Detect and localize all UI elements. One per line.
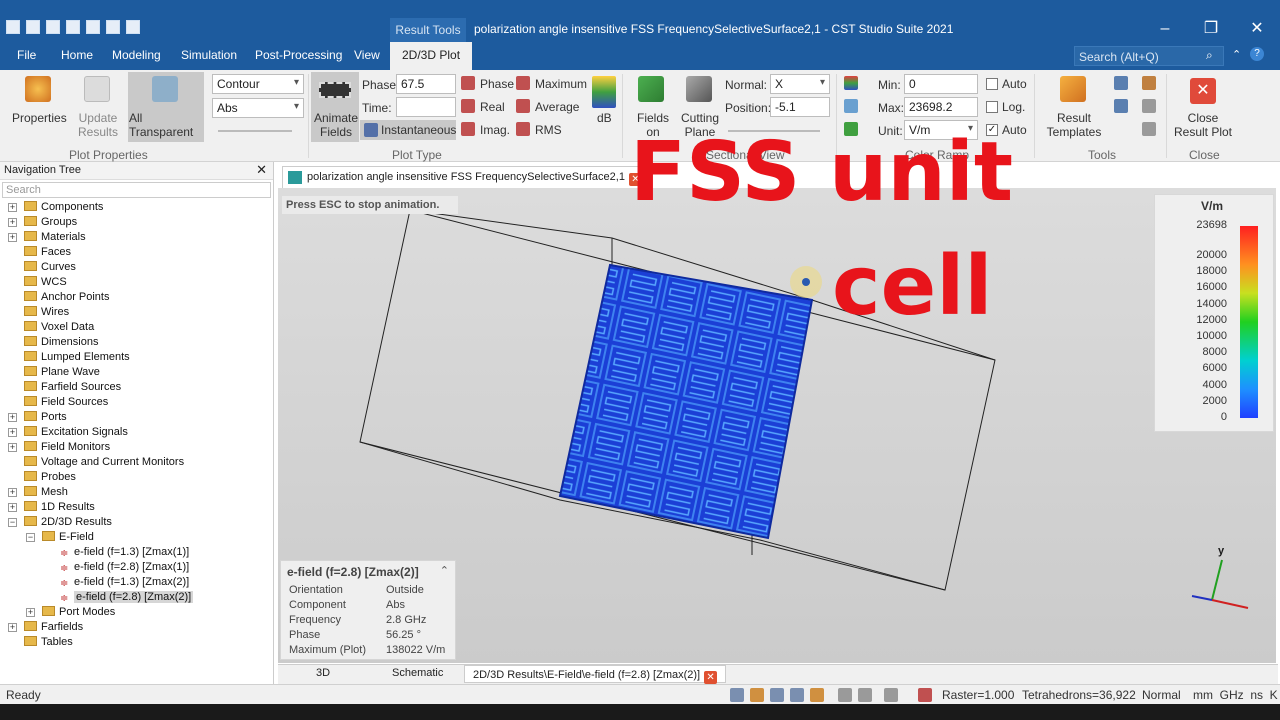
raster-icon[interactable] <box>918 688 932 702</box>
status-mode: Normal <box>1142 688 1181 702</box>
overlay-title-line2: cell <box>832 239 993 334</box>
info-title: e-field (f=2.8) [Zmax(2)] <box>287 565 419 579</box>
z-axis-line <box>1191 595 1213 601</box>
status-ready: Ready <box>6 688 41 702</box>
info-value: 2.8 GHz <box>386 614 427 626</box>
cube-icon[interactable] <box>858 688 872 702</box>
info-key: Maximum (Plot) <box>289 644 367 656</box>
info-key: Frequency <box>289 614 341 626</box>
y-axis-line <box>1211 559 1223 601</box>
status-tetrahedrons: Tetrahedrons=36,922 <box>1022 688 1136 702</box>
fss-model-svg <box>359 209 1249 609</box>
info-key: Phase <box>289 629 321 641</box>
spin-icon[interactable] <box>810 688 824 702</box>
color-bar <box>1240 226 1258 418</box>
zoom-icon[interactable] <box>730 688 744 702</box>
x-axis-line <box>1211 599 1249 609</box>
view-orientation-icon[interactable] <box>884 688 898 702</box>
close-result-tab-icon[interactable]: ✕ <box>704 671 718 684</box>
legend-tick-label: 23698 <box>1196 219 1227 231</box>
info-value: Outside <box>386 584 424 596</box>
status-raster: Raster=1.000 <box>942 688 1015 702</box>
legend-tick-label: 8000 <box>1202 346 1227 359</box>
legend-tick-label: 10000 <box>1196 329 1227 342</box>
tab-schematic[interactable]: Schematic <box>392 667 443 679</box>
tab-result[interactable]: 2D/3D Results\E-Field\e-field (f=2.8) [Z… <box>464 665 727 684</box>
legend-tick-label: 14000 <box>1196 297 1227 310</box>
view-tabs: 3D Schematic 2D/3D Results\E-Field\e-fie… <box>278 664 1278 684</box>
cursor-dot <box>802 278 810 286</box>
status-units: mm GHz ns K <box>1193 688 1278 702</box>
fit-icon[interactable] <box>838 688 852 702</box>
legend-tick-label: 16000 <box>1196 281 1227 294</box>
info-value: Abs <box>386 599 405 611</box>
legend-unit: V/m <box>1201 199 1224 213</box>
status-bar: Ready Raster=1.000 Tetrahedrons=36,922 N… <box>0 684 1280 704</box>
info-key: Orientation <box>289 584 343 596</box>
legend-tick-label: 18000 <box>1196 265 1227 278</box>
legend-tick-label: 12000 <box>1196 313 1227 326</box>
esc-hint: Press ESC to stop animation. <box>282 196 458 214</box>
legend-tick-label: 4000 <box>1202 378 1227 391</box>
info-key: Component <box>289 599 346 611</box>
legend-tick-label: 0 <box>1220 411 1227 423</box>
tab-result-label: 2D/3D Results\E-Field\e-field (f=2.8) [Z… <box>473 669 701 681</box>
overlay-title-line1: FSS unit <box>630 125 1014 220</box>
legend-tick-label: 6000 <box>1202 362 1227 375</box>
bottom-strip <box>0 704 1280 720</box>
info-value: 56.25 ° <box>386 629 421 641</box>
info-value: 138022 V/m <box>386 644 446 656</box>
zoom-in-icon[interactable] <box>790 688 804 702</box>
legend-tick-label: 2000 <box>1202 394 1227 407</box>
result-info-box: e-field (f=2.8) [Zmax(2)] ⌃ Orientation O… <box>280 560 456 660</box>
axis-y-label: y <box>1218 545 1225 557</box>
legend-tick-label: 20000 <box>1196 248 1227 261</box>
tab-3d[interactable]: 3D <box>316 667 330 679</box>
fss-unit-cell <box>558 263 814 540</box>
rotate-icon[interactable] <box>770 688 784 702</box>
pan-icon[interactable] <box>750 688 764 702</box>
axis-triad <box>1191 559 1249 609</box>
collapse-icon[interactable]: ⌃ <box>440 564 449 577</box>
